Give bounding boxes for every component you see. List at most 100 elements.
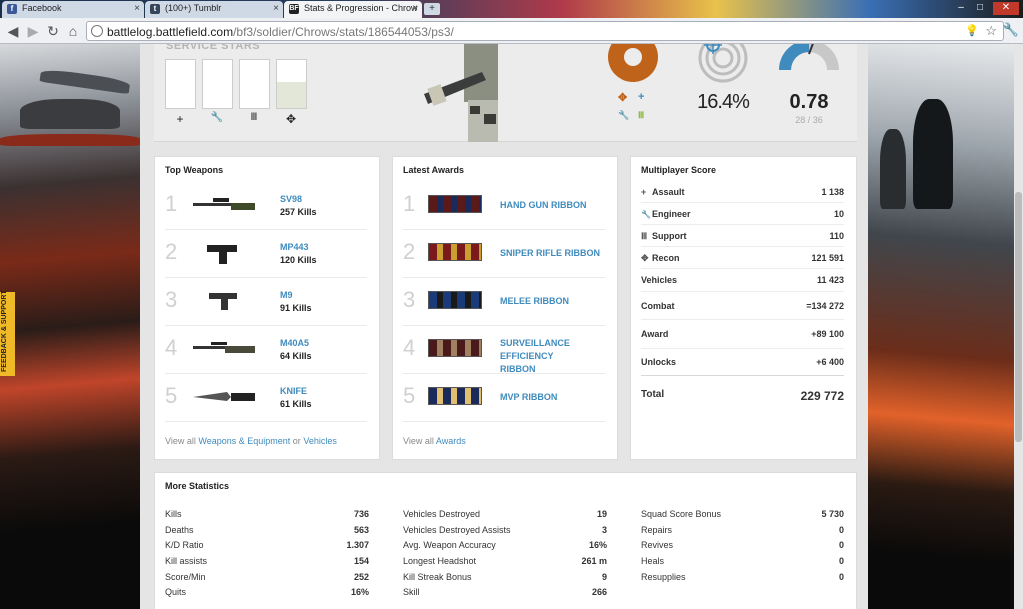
row-divider xyxy=(403,421,605,422)
reload-icon[interactable]: ↻ xyxy=(44,22,62,40)
assault-legend-icon: + xyxy=(638,91,645,103)
new-tab-button[interactable]: + xyxy=(424,3,440,15)
service-star-box-engineer[interactable] xyxy=(202,59,233,109)
url-text: battlelog.battlefield.com/bf3/soldier/Ch… xyxy=(107,25,454,39)
view-all-awards-footer: View all Awards xyxy=(403,436,466,446)
weapon-kills: 120 Kills xyxy=(280,255,317,265)
recon-legend-icon: ✥ xyxy=(618,92,628,104)
page-viewport: FEEDBACK & SUPPORT SERVICE STARS + 🔧 Ⅲ ✥ xyxy=(0,44,1023,609)
stat-value: 736 xyxy=(353,509,369,519)
stat-row: Resupplies 0 xyxy=(641,572,844,588)
award-link[interactable]: HAND GUN RIBBON xyxy=(500,199,587,212)
minimize-icon[interactable]: – xyxy=(953,2,969,15)
awards-link[interactable]: Awards xyxy=(436,436,466,446)
stat-row: Heals 0 xyxy=(641,556,844,572)
facebook-favicon-icon: f xyxy=(7,4,17,14)
pistol-icon xyxy=(209,293,237,310)
stat-label: Skill xyxy=(403,587,420,598)
bookmark-star-icon[interactable]: ☆ xyxy=(985,23,997,39)
wrench-menu-icon[interactable]: 🔧 xyxy=(1003,22,1019,38)
weapon-link[interactable]: MP443 xyxy=(280,242,309,252)
award-link[interactable]: MELEE RIBBON xyxy=(500,295,569,308)
ribbon-icon xyxy=(428,195,482,213)
tab-label: Facebook xyxy=(22,3,62,13)
stat-label: K/D Ratio xyxy=(165,540,204,551)
stat-label: Repairs xyxy=(641,524,673,535)
tab-close-icon[interactable]: × xyxy=(134,3,140,14)
stat-value: 261 m xyxy=(581,556,607,567)
maximize-icon[interactable]: □ xyxy=(972,2,988,15)
accuracy-value: 16.4% xyxy=(697,91,750,113)
support-icon: Ⅲ xyxy=(250,112,258,123)
weapon-link[interactable]: M40A5 xyxy=(280,338,309,348)
row-divider xyxy=(403,277,605,278)
service-star-box-assault[interactable] xyxy=(165,59,196,109)
stat-label: Squad Score Bonus xyxy=(641,509,722,519)
view-all-weapons-footer: View all Weapons & Equipment or Vehicles xyxy=(165,436,337,446)
stat-label: Heals xyxy=(641,556,665,567)
pistol-icon xyxy=(207,245,237,264)
stat-row: Vehicles Destroyed 19 xyxy=(403,509,607,525)
stat-value: 563 xyxy=(353,524,369,535)
top-weapons-panel: Top Weapons 1 SV98 257 Kills 2 MP443 120… xyxy=(154,156,380,460)
recon-icon: ✥ xyxy=(285,112,297,126)
score-label: Unlocks xyxy=(641,357,677,367)
weapons-equipment-link[interactable]: Weapons & Equipment xyxy=(198,436,290,446)
weapon-kills: 64 Kills xyxy=(280,351,312,361)
row-divider xyxy=(641,202,844,203)
award-link[interactable]: SNIPER RIFLE RIBBON xyxy=(500,247,600,260)
tab-tumblr[interactable]: t (100+) Tumblr × xyxy=(145,1,283,18)
ribbon-icon xyxy=(428,339,482,357)
score-label: Combat xyxy=(641,301,675,311)
row-divider xyxy=(165,325,367,326)
forward-arrow-icon[interactable]: ▶ xyxy=(24,22,42,40)
lightbulb-icon[interactable]: 💡 xyxy=(965,24,979,37)
latest-awards-title: Latest Awards xyxy=(403,165,465,175)
service-star-box-recon[interactable] xyxy=(276,59,307,109)
score-label: Support xyxy=(652,231,687,241)
close-window-icon[interactable]: ✕ xyxy=(993,2,1019,15)
stat-label: Deaths xyxy=(165,524,194,535)
tab-facebook[interactable]: f Facebook × xyxy=(2,1,144,18)
engineer-icon: 🔧 xyxy=(210,112,224,123)
weapon-link[interactable]: SV98 xyxy=(280,194,302,204)
row-divider xyxy=(641,246,844,247)
feedback-support-tab[interactable]: FEEDBACK & SUPPORT xyxy=(0,290,15,376)
stat-row: Kills 736 xyxy=(165,509,369,525)
footer-or: or xyxy=(292,436,301,446)
vehicles-link[interactable]: Vehicles xyxy=(303,436,337,446)
url-path: /bf3/soldier/Chrows/stats/186544053/ps3/ xyxy=(233,25,454,39)
stat-label: Kills xyxy=(165,509,182,519)
tab-close-icon[interactable]: × xyxy=(412,3,418,14)
support-icon: Ⅲ xyxy=(641,231,648,241)
score-value: +89 100 xyxy=(811,329,844,339)
row-divider xyxy=(641,319,844,320)
accuracy-target-icon xyxy=(698,44,748,83)
stat-label: Avg. Weapon Accuracy xyxy=(403,540,496,551)
top-weapons-title: Top Weapons xyxy=(165,165,224,175)
sniper-rifle-icon xyxy=(193,198,255,210)
back-arrow-icon[interactable]: ◀ xyxy=(4,22,22,40)
score-label: Award xyxy=(641,329,669,339)
row-divider xyxy=(641,224,844,225)
scrollbar-thumb[interactable] xyxy=(1015,192,1022,442)
address-bar[interactable]: battlelog.battlefield.com/bf3/soldier/Ch… xyxy=(86,21,1004,41)
stat-row: Repairs 0 xyxy=(641,525,844,541)
weapon-link[interactable]: KNIFE xyxy=(280,386,307,396)
service-stars-section: SERVICE STARS + 🔧 Ⅲ ✥ ✥ + 🔧 Ⅲ 16.4% 0.78… xyxy=(154,44,857,142)
service-star-box-support[interactable] xyxy=(239,59,270,109)
stat-value: 9 xyxy=(601,571,607,582)
award-rank: 3 xyxy=(403,287,416,312)
stat-value: 0 xyxy=(838,540,844,551)
tab-stats-progression[interactable]: BF Stats & Progression - Chrow × xyxy=(284,1,422,18)
row-divider xyxy=(165,373,367,374)
scrollbar[interactable] xyxy=(1014,44,1023,609)
award-link[interactable]: MVP RIBBON xyxy=(500,391,557,404)
home-icon[interactable]: ⌂ xyxy=(64,22,82,40)
tumblr-favicon-icon: t xyxy=(150,4,160,14)
award-link[interactable]: SURVEILLANCE EFFICIENCY RIBBON xyxy=(500,337,590,376)
assault-icon: + xyxy=(176,112,184,126)
kit-distribution-donut xyxy=(608,44,658,82)
weapon-link[interactable]: M9 xyxy=(280,290,293,300)
tab-close-icon[interactable]: × xyxy=(273,3,279,14)
